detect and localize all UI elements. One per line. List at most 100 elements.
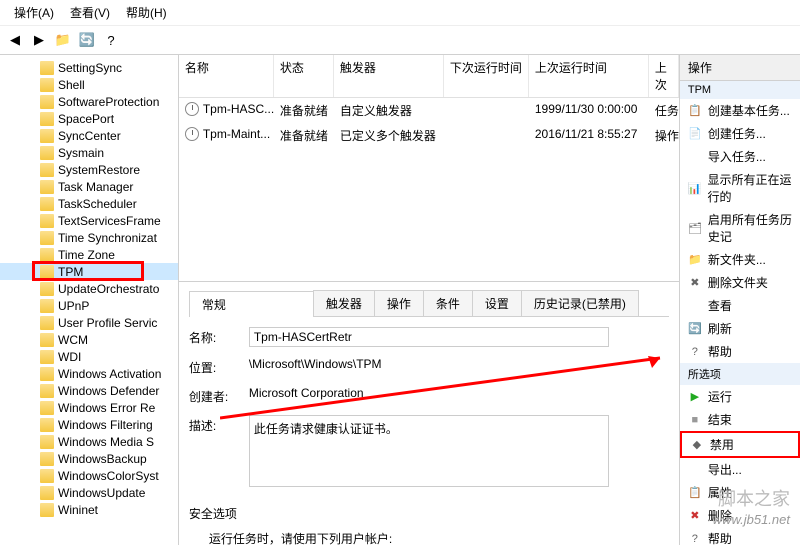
folder-icon — [40, 316, 54, 330]
tree-item[interactable]: Windows Error Re — [0, 399, 178, 416]
col-name[interactable]: 名称 — [179, 55, 274, 97]
action-label: 刷新 — [708, 320, 732, 337]
action-item[interactable]: 📄创建任务... — [680, 122, 800, 145]
tab-triggers[interactable]: 触发器 — [313, 290, 375, 316]
col-trigger[interactable]: 触发器 — [334, 55, 444, 97]
tree-label: WDI — [58, 350, 81, 364]
tree-item[interactable]: Wininet — [0, 501, 178, 518]
tab-general[interactable]: 常规 — [189, 291, 314, 317]
tree-item[interactable]: Task Manager — [0, 178, 178, 195]
col-next[interactable]: 下次运行时间 — [444, 55, 529, 97]
refresh-icon[interactable]: 🔄 — [76, 29, 98, 51]
action-item[interactable]: 🗂启用所有任务历史记 — [680, 208, 800, 248]
folder-icon — [40, 469, 54, 483]
action-item[interactable]: ■结束 — [680, 408, 800, 431]
tree-label: Task Manager — [58, 180, 133, 194]
tab-actions[interactable]: 操作 — [374, 290, 424, 316]
folder-tree[interactable]: SettingSyncShell SoftwareProtectionSpaceP… — [0, 55, 179, 545]
action-label: 查看 — [708, 297, 732, 314]
tree-item[interactable]: WindowsBackup — [0, 450, 178, 467]
task-row[interactable]: Tpm-HASC...准备就绪自定义触发器1999/11/30 0:00:00任… — [179, 98, 679, 123]
actions-context: TPM — [680, 81, 800, 99]
col-last[interactable]: 上次运行时间 — [529, 55, 649, 97]
action-icon: 📁 — [688, 253, 702, 267]
folder-icon — [40, 180, 54, 194]
task-list[interactable]: 名称 状态 触发器 下次运行时间 上次运行时间 上次 Tpm-HASC...准备… — [179, 55, 679, 282]
col-lastresult[interactable]: 上次 — [649, 55, 679, 97]
tree-item[interactable]: UPnP — [0, 297, 178, 314]
action-item[interactable]: ?帮助 — [680, 340, 800, 363]
folder-icon — [40, 112, 54, 126]
folder-icon — [40, 129, 54, 143]
tree-item[interactable]: SettingSync — [0, 59, 178, 76]
tab-conditions[interactable]: 条件 — [423, 290, 473, 316]
tree-item[interactable]: SpacePort — [0, 110, 178, 127]
nav-fwd-icon[interactable]: ▶ — [28, 29, 50, 51]
tree-item[interactable]: Windows Defender — [0, 382, 178, 399]
action-label: 导入任务... — [708, 148, 766, 165]
tab-history[interactable]: 历史记录(已禁用) — [521, 290, 639, 316]
action-item[interactable]: 📁新文件夹... — [680, 248, 800, 271]
folder-icon — [40, 61, 54, 75]
desc-field[interactable]: 此任务请求健康认证证书。 — [249, 415, 609, 487]
tab-settings[interactable]: 设置 — [472, 290, 522, 316]
action-item[interactable]: ?帮助 — [680, 527, 800, 545]
folder-icon — [40, 231, 54, 245]
tree-label: Time Synchronizat — [58, 231, 157, 245]
actions-header: 操作 — [680, 55, 800, 81]
action-item[interactable]: ◆禁用 — [680, 431, 800, 458]
tree-item[interactable]: WindowsColorSyst — [0, 467, 178, 484]
folder-icon — [40, 163, 54, 177]
menu-help[interactable]: 帮助(H) — [118, 2, 175, 23]
action-item[interactable]: 🔄刷新 — [680, 317, 800, 340]
tree-item[interactable]: Windows Media S — [0, 433, 178, 450]
help-icon[interactable]: ? — [100, 29, 122, 51]
task-row[interactable]: Tpm-Maint...准备就绪已定义多个触发器2016/11/21 8:55:… — [179, 123, 679, 148]
col-status[interactable]: 状态 — [274, 55, 334, 97]
tree-label: TaskScheduler — [58, 197, 137, 211]
tree-label: WindowsBackup — [58, 452, 147, 466]
tree-item[interactable]: Sysmain — [0, 144, 178, 161]
author-label: 创建者: — [189, 386, 249, 405]
tree-item[interactable]: User Profile Servic — [0, 314, 178, 331]
tree-item[interactable]: TPM — [0, 263, 178, 280]
folder-icon[interactable]: 📁 — [52, 29, 74, 51]
location-label: 位置: — [189, 357, 249, 376]
tree-item[interactable]: Windows Filtering — [0, 416, 178, 433]
menu-view[interactable]: 查看(V) — [62, 2, 118, 23]
action-item[interactable]: 导出... — [680, 458, 800, 481]
menubar: 操作(A) 查看(V) 帮助(H) — [0, 0, 800, 26]
name-field[interactable] — [249, 327, 609, 347]
nav-back-icon[interactable]: ◀ — [4, 29, 26, 51]
action-item[interactable]: ✖删除文件夹 — [680, 271, 800, 294]
tree-item[interactable]: Time Zone — [0, 246, 178, 263]
tree-item[interactable]: SoftwareProtection — [0, 93, 178, 110]
tree-label: SoftwareProtection — [58, 95, 159, 109]
action-item[interactable]: 📊显示所有正在运行的 — [680, 168, 800, 208]
action-icon: ? — [688, 345, 702, 359]
action-item[interactable]: 导入任务... — [680, 145, 800, 168]
tree-item[interactable]: Time Synchronizat — [0, 229, 178, 246]
tree-item[interactable]: Shell — [0, 76, 178, 93]
tree-item[interactable]: WCM — [0, 331, 178, 348]
tree-item[interactable]: Windows Activation — [0, 365, 178, 382]
tree-item[interactable]: UpdateOrchestrato — [0, 280, 178, 297]
list-header: 名称 状态 触发器 下次运行时间 上次运行时间 上次 — [179, 55, 679, 98]
tree-item[interactable]: SystemRestore — [0, 161, 178, 178]
tree-item[interactable]: SyncCenter — [0, 127, 178, 144]
menu-action[interactable]: 操作(A) — [6, 2, 62, 23]
tree-label: TPM — [58, 265, 83, 279]
actions-panel: 操作 TPM 📋创建基本任务...📄创建任务... 导入任务... 📊显示所有正在运… — [680, 55, 800, 545]
tree-item[interactable]: WindowsUpdate — [0, 484, 178, 501]
action-item[interactable]: 查看 — [680, 294, 800, 317]
folder-icon — [40, 282, 54, 296]
action-item[interactable]: 📋创建基本任务... — [680, 99, 800, 122]
tree-item[interactable]: TaskScheduler — [0, 195, 178, 212]
author-value: Microsoft Corporation — [249, 386, 669, 405]
action-icon: 📋 — [688, 486, 702, 500]
tree-label: SystemRestore — [58, 163, 140, 177]
action-item[interactable]: ▶运行 — [680, 385, 800, 408]
tree-item[interactable]: WDI — [0, 348, 178, 365]
action-icon: ▶ — [688, 390, 702, 404]
tree-item[interactable]: TextServicesFrame — [0, 212, 178, 229]
